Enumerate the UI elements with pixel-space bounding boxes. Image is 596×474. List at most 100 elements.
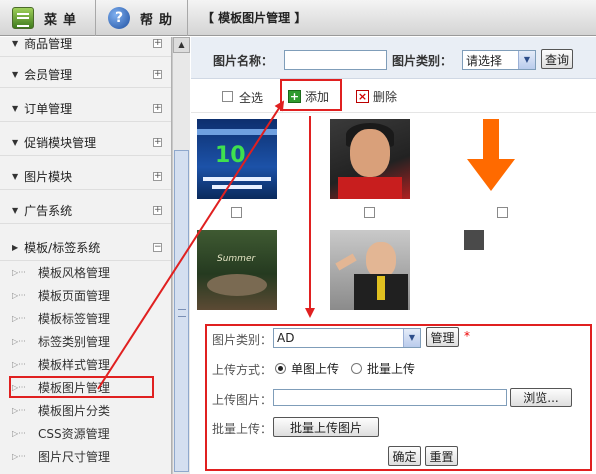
active-item-highlight bbox=[9, 376, 154, 398]
select-all-label[interactable]: 全选 bbox=[239, 89, 263, 106]
sidebar-section-label: 订单管理 bbox=[24, 102, 73, 116]
sidebar-item-template-tags[interactable]: ▷··· 模板标签管理 bbox=[0, 307, 171, 329]
sidebar: ▼ 商品管理 + ▼ 会员管理 + ▼ 订单管理 + ▼ 促销模块管理 + ▼ … bbox=[0, 37, 172, 474]
banner-band bbox=[197, 129, 277, 135]
sidebar-item-label: 图片尺寸管理 bbox=[38, 449, 111, 464]
reset-button[interactable]: 重置 bbox=[425, 446, 458, 466]
sidebar-section-ads[interactable]: ▼ 广告系统 + bbox=[0, 198, 171, 224]
sidebar-section-label: 广告系统 bbox=[24, 204, 73, 218]
rock-shape bbox=[207, 274, 267, 296]
grip-icon bbox=[178, 309, 186, 317]
image-thumbnail[interactable] bbox=[461, 119, 541, 199]
thumbnail-checkbox[interactable] bbox=[497, 207, 508, 218]
tree-node-icon: ▷··· bbox=[12, 290, 26, 300]
expand-plus-icon[interactable]: + bbox=[153, 104, 162, 113]
sidebar-item-label: 模板样式管理 bbox=[38, 357, 111, 372]
select-value: AD bbox=[277, 331, 295, 345]
manage-button[interactable]: 管理 bbox=[426, 327, 459, 347]
expand-plus-icon[interactable]: + bbox=[153, 172, 162, 181]
page-title: 【 模板图片管理 】 bbox=[202, 11, 307, 25]
top-bar: 菜单 ? 帮助 【 模板图片管理 】 bbox=[0, 0, 596, 36]
browse-button[interactable]: 浏览... bbox=[510, 388, 572, 407]
sidebar-item-tag-categories[interactable]: ▷··· 标签类别管理 bbox=[0, 330, 171, 352]
add-button-highlight bbox=[280, 79, 342, 111]
person-face bbox=[366, 242, 396, 278]
sidebar-item-template-css[interactable]: ▷··· 模板样式管理 bbox=[0, 353, 171, 375]
sidebar-item-css-resources[interactable]: ▷··· CSS资源管理 bbox=[0, 422, 171, 444]
image-name-input[interactable] bbox=[284, 50, 387, 70]
sidebar-section-members[interactable]: ▼ 会员管理 + bbox=[0, 62, 171, 88]
sidebar-section-orders[interactable]: ▼ 订单管理 + bbox=[0, 96, 171, 122]
expand-plus-icon[interactable]: + bbox=[153, 138, 162, 147]
image-name-label: 图片名称： bbox=[213, 54, 274, 68]
expand-plus-icon[interactable]: + bbox=[153, 70, 162, 79]
radio-unchecked-icon bbox=[351, 363, 362, 374]
help-label: 帮助 bbox=[140, 12, 179, 28]
expand-arrow-icon: ▼ bbox=[12, 39, 19, 48]
collapse-arrow-icon: ▶ bbox=[12, 243, 19, 252]
tree-node-icon: ▷··· bbox=[12, 451, 26, 461]
scroll-up-icon[interactable]: ▲ bbox=[173, 37, 190, 53]
image-thumbnail[interactable]: 10 bbox=[197, 119, 277, 199]
upload-panel: 图片类别： AD ▼ 管理 * 上传方式： 单图上传 批量上传 上传图片： 浏览… bbox=[205, 324, 592, 471]
expand-plus-icon[interactable]: + bbox=[153, 39, 162, 48]
sidebar-section-goods[interactable]: ▼ 商品管理 + bbox=[0, 37, 171, 57]
person-tie bbox=[377, 276, 385, 300]
main-panel: 图片名称： 图片类别： 请选择 ▼ 查询 全选 + 添加 × 删除 10 Sum… bbox=[191, 37, 596, 474]
dropdown-arrow-icon: ▼ bbox=[403, 329, 420, 347]
sidebar-section-templates[interactable]: ▶ 模板/标签系统 − bbox=[0, 235, 171, 261]
radio-label: 批量上传 bbox=[367, 362, 416, 376]
image-thumbnail[interactable] bbox=[330, 230, 410, 310]
upload-file-input[interactable] bbox=[273, 389, 507, 406]
sidebar-item-image-categories[interactable]: ▷··· 模板图片分类 bbox=[0, 399, 171, 421]
expand-plus-icon[interactable]: + bbox=[153, 206, 162, 215]
image-thumbnail[interactable] bbox=[330, 119, 410, 199]
sidebar-item-template-pages[interactable]: ▷··· 模板页面管理 bbox=[0, 284, 171, 306]
thumbnail-checkbox[interactable] bbox=[231, 207, 242, 218]
upload-category-select[interactable]: AD ▼ bbox=[273, 328, 421, 348]
help-icon: ? bbox=[108, 7, 130, 29]
select-all-checkbox[interactable] bbox=[222, 91, 233, 102]
sidebar-section-label: 商品管理 bbox=[24, 37, 73, 51]
batch-upload-button[interactable]: 批量上传图片 bbox=[273, 417, 379, 437]
sidebar-section-label: 图片模块 bbox=[24, 170, 73, 184]
tree-node-icon: ▷··· bbox=[12, 336, 26, 346]
person-shirt bbox=[338, 177, 402, 199]
sidebar-item-label: 模板风格管理 bbox=[38, 265, 111, 280]
person-face bbox=[350, 129, 390, 177]
query-button[interactable]: 查询 bbox=[541, 49, 573, 69]
select-value: 请选择 bbox=[466, 53, 503, 68]
sidebar-item-label: 模板页面管理 bbox=[38, 288, 111, 303]
single-upload-radio[interactable]: 单图上传 bbox=[275, 360, 339, 377]
thumbnail-checkbox[interactable] bbox=[364, 207, 375, 218]
expand-arrow-icon: ▼ bbox=[12, 206, 19, 215]
image-category-select[interactable]: 请选择 ▼ bbox=[462, 50, 536, 70]
scrollbar-thumb[interactable] bbox=[174, 150, 189, 472]
confirm-button[interactable]: 确定 bbox=[388, 446, 421, 466]
sidebar-scrollbar[interactable]: ▲ bbox=[172, 37, 190, 474]
upload-file-label: 上传图片： bbox=[212, 393, 273, 407]
sidebar-item-label: 标签类别管理 bbox=[38, 334, 111, 349]
help-button[interactable]: ? 帮助 bbox=[96, 0, 188, 36]
tree-node-icon: ▷··· bbox=[12, 405, 26, 415]
collapse-minus-icon[interactable]: − bbox=[153, 243, 162, 252]
dropdown-arrow-icon: ▼ bbox=[518, 51, 535, 69]
sidebar-section-label: 模板/标签系统 bbox=[24, 241, 101, 255]
batch-upload-label: 批量上传： bbox=[212, 422, 273, 436]
image-thumbnail[interactable]: Summer bbox=[197, 230, 277, 310]
sidebar-item-image-sizes[interactable]: ▷··· 图片尺寸管理 bbox=[0, 445, 171, 467]
image-category-label: 图片类别： bbox=[392, 54, 453, 68]
tree-node-icon: ▷··· bbox=[12, 359, 26, 369]
delete-button[interactable]: × 删除 bbox=[356, 88, 397, 105]
menu-button[interactable]: 菜单 bbox=[0, 0, 96, 36]
tree-node-icon: ▷··· bbox=[12, 313, 26, 323]
sidebar-item-template-styles[interactable]: ▷··· 模板风格管理 bbox=[0, 261, 171, 283]
sidebar-section-images[interactable]: ▼ 图片模块 + bbox=[0, 164, 171, 190]
required-mark: * bbox=[464, 329, 470, 343]
image-thumbnail[interactable] bbox=[464, 230, 484, 250]
action-bar: 全选 + 添加 × 删除 bbox=[191, 80, 596, 113]
sidebar-section-promotions[interactable]: ▼ 促销模块管理 + bbox=[0, 130, 171, 156]
upload-category-label: 图片类别： bbox=[212, 333, 273, 347]
batch-upload-radio[interactable]: 批量上传 bbox=[351, 360, 415, 377]
banner-text-line bbox=[212, 185, 262, 189]
